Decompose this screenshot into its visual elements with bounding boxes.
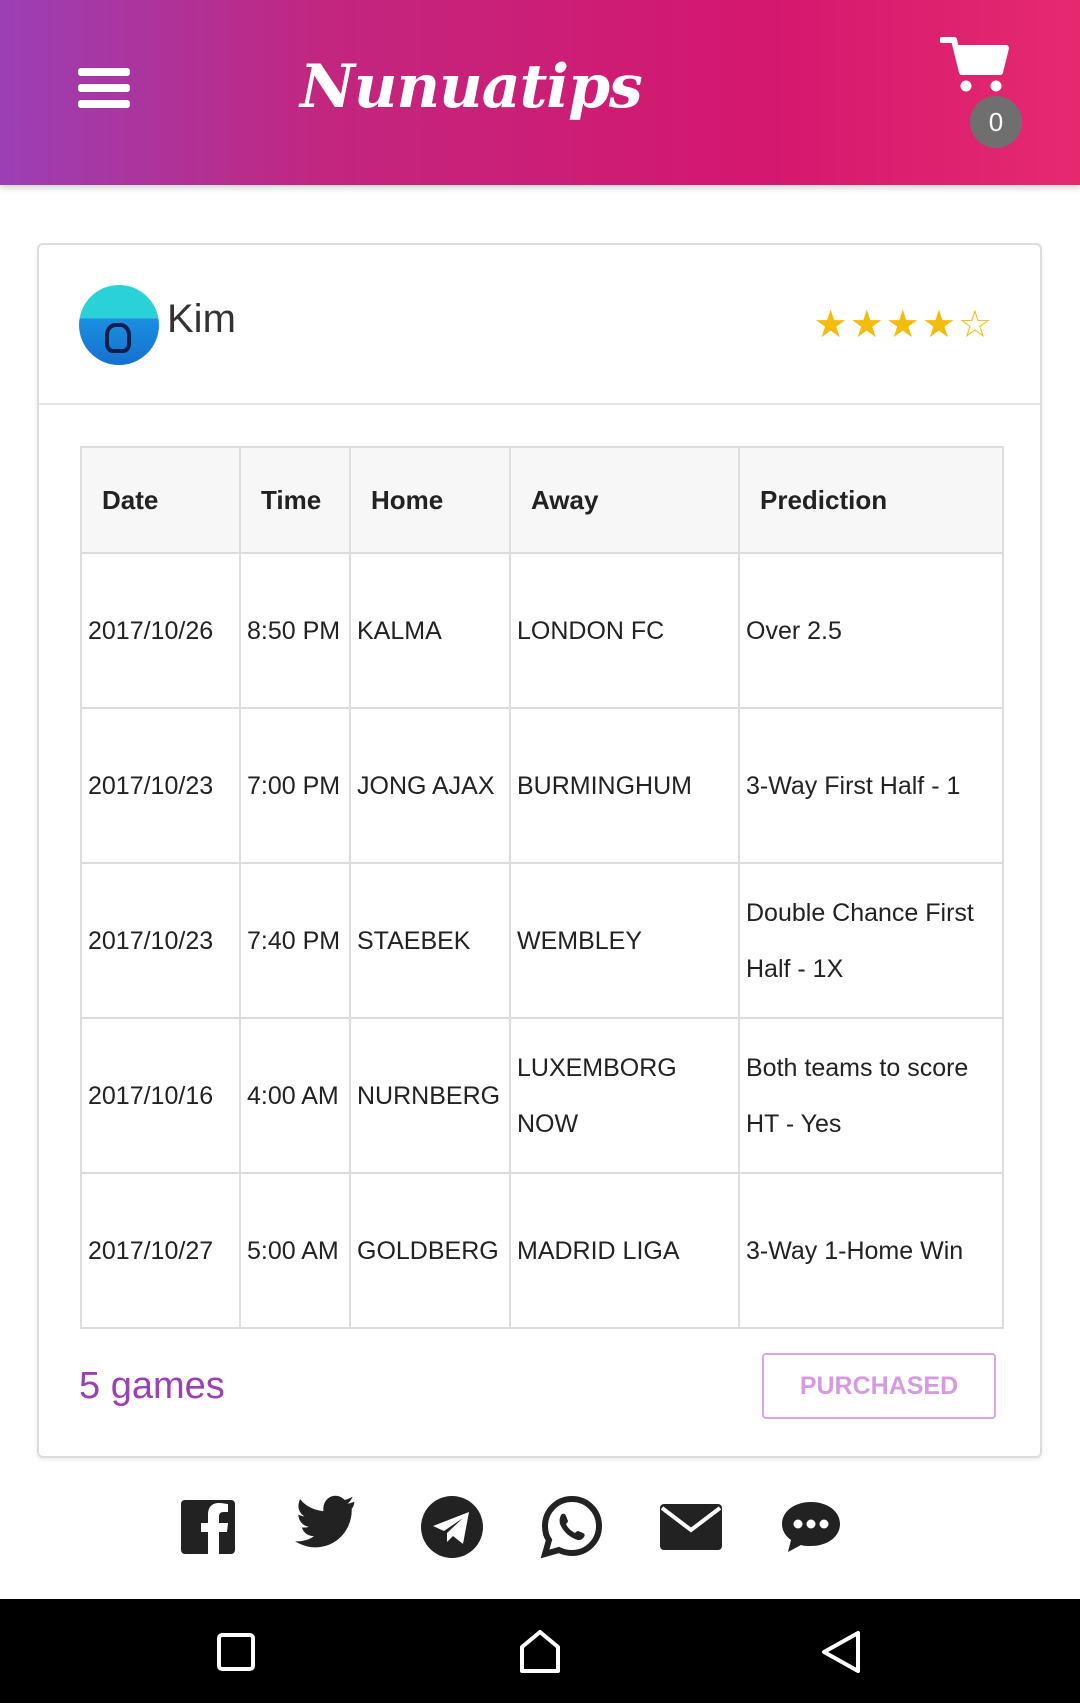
cell-date: 2017/10/16: [80, 1017, 241, 1174]
cell-away: BURMINGHUM: [509, 707, 740, 864]
sms-chat-icon[interactable]: [776, 1492, 846, 1562]
cell-prediction: 3-Way First Half - 1: [738, 707, 1004, 864]
cell-home: NURNBERG: [349, 1017, 511, 1174]
table-row: 2017/10/26 8:50 PM KALMA LONDON FC Over …: [80, 552, 1004, 709]
cell-home: GOLDBERG: [349, 1172, 511, 1329]
column-header-away: Away: [509, 446, 740, 554]
hamburger-menu-icon[interactable]: [70, 62, 136, 114]
back-triangle-icon[interactable]: [816, 1627, 866, 1677]
cell-time: 8:50 PM: [239, 552, 351, 709]
cell-home: STAEBEK: [349, 862, 511, 1019]
cell-prediction: Both teams to score HT - Yes: [738, 1017, 1004, 1174]
table-row: 2017/10/16 4:00 AM NURNBERG LUXEMBORG NO…: [80, 1017, 1004, 1174]
cell-prediction: Over 2.5: [738, 552, 1004, 709]
column-header-home: Home: [349, 446, 511, 554]
tip-card: Kim ★★★★☆ Date Time Home Away Prediction…: [37, 243, 1042, 1458]
table-header-row: Date Time Home Away Prediction: [80, 446, 1004, 554]
cart-button[interactable]: 0: [940, 34, 1030, 154]
cell-date: 2017/10/23: [80, 862, 241, 1019]
column-header-prediction: Prediction: [738, 446, 1004, 554]
cell-home: KALMA: [349, 552, 511, 709]
system-navigation-bar: [0, 1599, 1080, 1703]
share-bar: [0, 1492, 1080, 1562]
cell-away: WEMBLEY: [509, 862, 740, 1019]
app-header: Nunuatips 0: [0, 0, 1080, 185]
cell-prediction: Double Chance First Half - 1X: [738, 862, 1004, 1019]
predictions-table: Date Time Home Away Prediction 2017/10/2…: [80, 446, 1004, 1329]
brand-logo[interactable]: Nunuatips: [300, 52, 643, 132]
cell-away: MADRID LIGA: [509, 1172, 740, 1329]
table-row: 2017/10/27 5:00 AM GOLDBERG MADRID LIGA …: [80, 1172, 1004, 1329]
purchased-button[interactable]: PURCHASED: [762, 1353, 996, 1419]
avatar[interactable]: [79, 285, 159, 365]
home-icon[interactable]: [515, 1627, 565, 1677]
whatsapp-icon[interactable]: [537, 1492, 607, 1562]
column-header-time: Time: [239, 446, 351, 554]
telegram-icon[interactable]: [417, 1492, 487, 1562]
table-row: 2017/10/23 7:40 PM STAEBEK WEMBLEY Doubl…: [80, 862, 1004, 1019]
cell-time: 7:00 PM: [239, 707, 351, 864]
cell-date: 2017/10/27: [80, 1172, 241, 1329]
cell-time: 4:00 AM: [239, 1017, 351, 1174]
cell-date: 2017/10/26: [80, 552, 241, 709]
cell-time: 5:00 AM: [239, 1172, 351, 1329]
tipster-name[interactable]: Kim: [167, 297, 236, 342]
cell-time: 7:40 PM: [239, 862, 351, 1019]
cell-date: 2017/10/23: [80, 707, 241, 864]
twitter-icon[interactable]: [294, 1492, 365, 1562]
facebook-icon[interactable]: [173, 1492, 243, 1562]
recents-square-icon[interactable]: [211, 1627, 261, 1677]
games-count: 5 games: [79, 1365, 225, 1407]
cell-away: LONDON FC: [509, 552, 740, 709]
cell-prediction: 3-Way 1-Home Win: [738, 1172, 1004, 1329]
table-row: 2017/10/23 7:00 PM JONG AJAX BURMINGHUM …: [80, 707, 1004, 864]
cell-away: LUXEMBORG NOW: [509, 1017, 740, 1174]
tipster-header: Kim ★★★★☆: [39, 245, 1040, 405]
cart-count-badge: 0: [970, 96, 1022, 148]
shopping-cart-icon: [940, 37, 1009, 92]
star-rating: ★★★★☆: [813, 304, 994, 346]
cell-home: JONG AJAX: [349, 707, 511, 864]
column-header-date: Date: [80, 446, 241, 554]
email-icon[interactable]: [656, 1492, 726, 1562]
